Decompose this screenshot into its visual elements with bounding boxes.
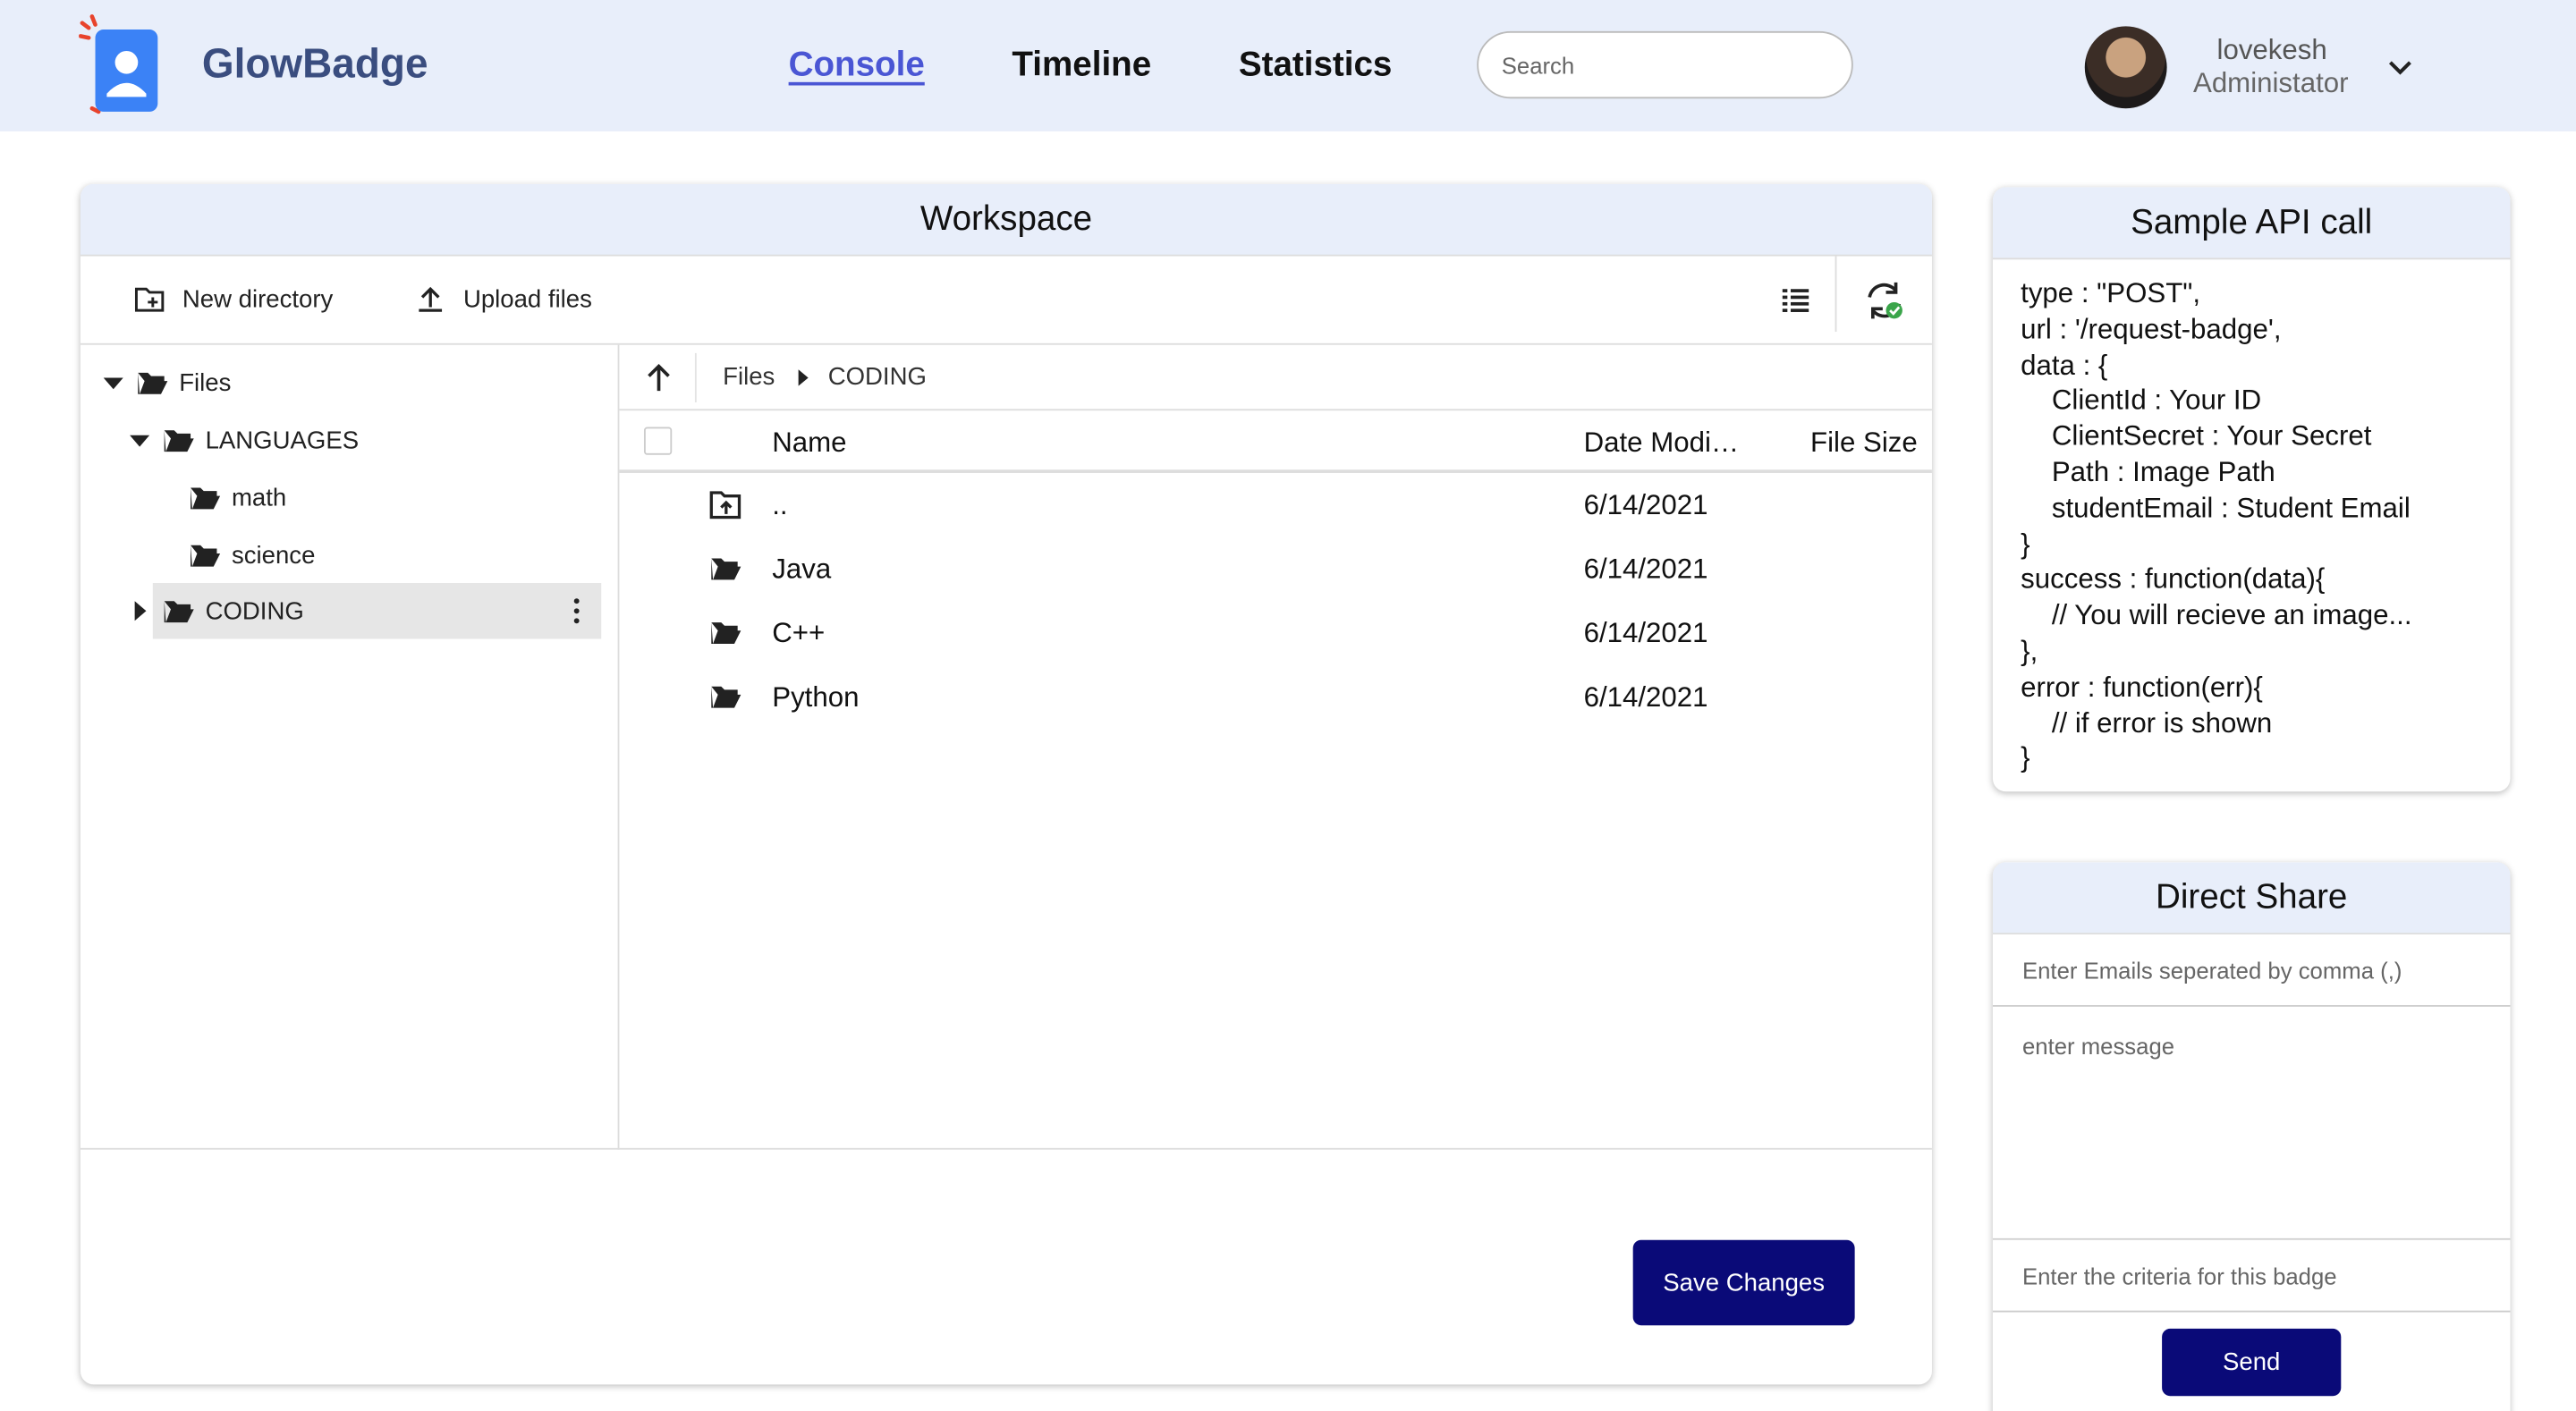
user-role: Administator: [2192, 67, 2349, 99]
glowbadge-logo-icon[interactable]: [79, 13, 165, 119]
row-name: C++: [772, 617, 826, 649]
column-date[interactable]: Date Modi…: [1584, 427, 1740, 460]
file-table-header: Name Date Modi… File Size: [619, 410, 1932, 473]
folder-open-icon: [711, 686, 741, 708]
tree-item-files[interactable]: Files: [100, 355, 231, 410]
arrow-up-icon[interactable]: [642, 361, 675, 394]
new-directory-label: New directory: [182, 284, 334, 313]
tree-item-label: Files: [179, 368, 232, 397]
tree-item-math[interactable]: math: [189, 469, 286, 525]
upload-files-label: Upload files: [462, 284, 592, 313]
api-title: Sample API call: [1992, 187, 2511, 260]
user-name: lovekesh: [2216, 34, 2327, 66]
folder-open-icon: [191, 545, 221, 567]
save-changes-button[interactable]: Save Changes: [1632, 1239, 1855, 1326]
top-header: GlowBadge Console Timeline Statistics lo…: [0, 0, 2576, 131]
toolbar-divider: [1835, 256, 1837, 333]
tree-item-science[interactable]: science: [189, 528, 315, 583]
api-sample-panel: Sample API call type : "POST", url : '/r…: [1992, 187, 2511, 792]
column-name[interactable]: Name: [772, 427, 846, 460]
tree-item-coding[interactable]: CODING: [134, 583, 602, 639]
refresh-icon[interactable]: [1863, 279, 1906, 322]
row-name: Java: [772, 553, 832, 585]
caret-down-icon[interactable]: [100, 369, 126, 395]
workspace-panel: Workspace New directory Upload files Fil…: [80, 183, 1932, 1385]
table-row[interactable]: Python 6/14/2021: [619, 665, 1932, 730]
folder-open-icon: [164, 430, 194, 452]
row-date: 6/14/2021: [1583, 617, 1708, 649]
table-row[interactable]: Java 6/14/2021: [619, 537, 1932, 602]
table-row[interactable]: C++ 6/14/2021: [619, 601, 1932, 665]
column-size[interactable]: File Size: [1810, 427, 1918, 460]
folder-open-icon: [164, 601, 194, 623]
folder-open-icon: [711, 558, 741, 580]
row-name: ..: [772, 489, 788, 521]
tree-item-label: science: [231, 541, 316, 570]
file-toolbar: New directory Upload files: [80, 256, 1932, 345]
row-date: 6/14/2021: [1583, 681, 1708, 714]
workspace-title: Workspace: [80, 183, 1932, 257]
tree-item-languages[interactable]: LANGUAGES: [126, 412, 359, 468]
email-field[interactable]: [1992, 934, 2511, 1007]
select-all-checkbox[interactable]: [643, 427, 673, 455]
nav-console[interactable]: Console: [789, 46, 925, 85]
breadcrumb-divider: [694, 352, 697, 402]
file-list-pane: Files CODING Name Date Modi… File Size .…: [619, 345, 1932, 1150]
breadcrumb-files[interactable]: Files: [723, 363, 775, 391]
upload-files-button[interactable]: Upload files: [414, 283, 592, 316]
api-code-block: type : "POST", url : '/request-badge', d…: [2021, 277, 2412, 774]
tree-item-label: LANGUAGES: [205, 426, 360, 454]
nav-timeline[interactable]: Timeline: [1012, 46, 1151, 85]
folder-up-icon: [709, 491, 741, 520]
row-date: 6/14/2021: [1583, 553, 1708, 585]
message-field[interactable]: [1992, 1006, 2511, 1240]
folder-tree: Files LANGUAGES math science CODING: [80, 344, 620, 1150]
new-folder-icon: [134, 287, 165, 312]
folder-open-icon: [138, 372, 168, 394]
row-name: Python: [772, 681, 860, 714]
brand-name[interactable]: GlowBadge: [202, 41, 428, 89]
breadcrumb-coding[interactable]: CODING: [828, 363, 927, 391]
caret-down-icon[interactable]: [126, 427, 152, 453]
share-title: Direct Share: [1992, 862, 2511, 935]
send-button[interactable]: Send: [2162, 1328, 2342, 1397]
table-row[interactable]: .. 6/14/2021: [619, 473, 1932, 537]
new-directory-button[interactable]: New directory: [133, 283, 334, 316]
upload-icon: [419, 286, 443, 312]
row-date: 6/14/2021: [1583, 489, 1708, 521]
list-view-icon[interactable]: [1779, 284, 1812, 317]
criteria-field[interactable]: [1992, 1239, 2511, 1313]
caret-right-icon[interactable]: [126, 598, 152, 624]
folder-open-icon: [191, 487, 221, 510]
avatar[interactable]: [2084, 26, 2167, 109]
caret-right-icon: [798, 369, 809, 386]
tree-item-label: math: [231, 483, 287, 512]
folder-open-icon: [711, 622, 741, 644]
tree-item-label: CODING: [205, 596, 304, 625]
chevron-down-icon[interactable]: [2385, 53, 2415, 82]
more-options-icon[interactable]: [572, 596, 581, 626]
breadcrumb: Files CODING: [619, 345, 1932, 411]
nav-statistics[interactable]: Statistics: [1239, 46, 1393, 85]
search-input[interactable]: [1477, 30, 1853, 99]
direct-share-panel: Direct Share Send: [1992, 862, 2511, 1411]
